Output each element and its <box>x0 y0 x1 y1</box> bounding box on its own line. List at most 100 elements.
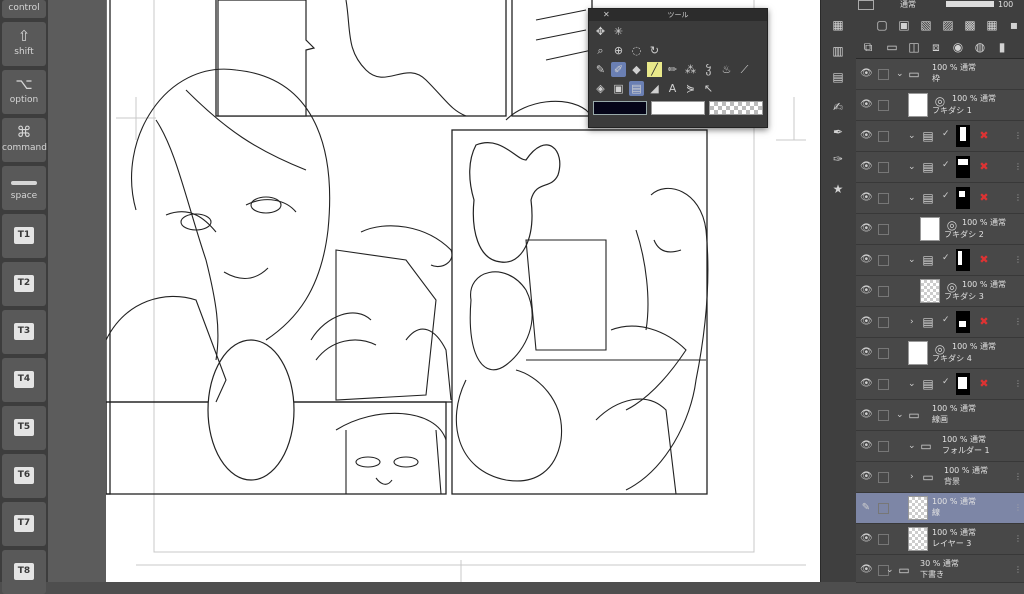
layer-menu-icon[interactable]: ⋮ <box>1014 379 1022 388</box>
fill-icon[interactable]: ◈ <box>593 81 608 96</box>
layer-menu-icon[interactable]: ⋮ <box>1014 503 1022 512</box>
layer-lock-icon[interactable]: ▢ <box>874 18 890 32</box>
ruler-link-icon[interactable]: ▪ <box>1006 18 1022 32</box>
eye-icon[interactable]: 👁 <box>860 316 873 328</box>
eye-icon[interactable]: 👁 <box>860 564 873 576</box>
t6-key[interactable]: T6 <box>2 454 46 498</box>
layer-menu-icon[interactable]: ⋮ <box>1014 193 1022 202</box>
layer-menu-icon[interactable]: ⋮ <box>1014 472 1022 481</box>
mask-disabled-icon[interactable]: ✖ <box>978 378 990 390</box>
transparent-color-swatch[interactable] <box>709 101 763 115</box>
clip-icon[interactable]: ▣ <box>896 18 912 32</box>
layer-row-背景[interactable]: 👁 › ▭ 100 % 通常 背景 ⋮ <box>856 462 1024 493</box>
drop-icon[interactable]: ♨ <box>719 62 734 77</box>
t4-key[interactable]: T4 <box>2 358 46 402</box>
rotate-icon[interactable]: ↻ <box>647 43 662 58</box>
layer-check[interactable] <box>878 317 889 328</box>
layer-row-frame-sub-2[interactable]: 👁 ⌄ ▤ ✓ ✖ ⋮ <box>856 152 1024 183</box>
layer-row-下書き[interactable]: 👁 ⌄ ▭ 30 % 通常 下書き ⋮ <box>856 555 1024 583</box>
layer-row-lineart-folder[interactable]: 👁 ⌄ ▭ 100 % 通常 線画 <box>856 400 1024 431</box>
opacity-slider[interactable] <box>946 1 994 7</box>
chevron-down-icon[interactable]: ⌄ <box>886 565 894 575</box>
sparkle-icon[interactable]: ✳ <box>611 24 626 39</box>
tool-palette-window[interactable]: ✕ ツール ✥ ✳ ⌕ ⊕ ◌ ↻ ✎ ✐ ◆ ╱ ✏ ⁂ ჴ ♨ ⟋ ◈ ▣ … <box>588 8 768 128</box>
layer-row-frame-folder[interactable]: 👁 ⌄ ▭ 100 % 通常 枠 <box>856 59 1024 90</box>
combine-icon[interactable]: ◉ <box>950 40 966 54</box>
figure-icon[interactable]: ◢ <box>647 81 662 96</box>
layer-row-balloon-4[interactable]: 👁 ◎ 100 % 通常 フキダシ 4 <box>856 338 1024 369</box>
option-key[interactable]: ⌥ option <box>2 70 46 114</box>
eyedropper-icon[interactable]: ⟋ <box>737 62 752 77</box>
mask-disabled-icon[interactable]: ✖ <box>978 192 990 204</box>
mask-disabled-icon[interactable]: ✖ <box>978 130 990 142</box>
reference-icon[interactable]: ▧ <box>918 18 934 32</box>
merge-icon[interactable]: ⧈ <box>928 40 944 54</box>
correct-line-icon[interactable]: ↖ <box>701 81 716 96</box>
layer-row-balloon-1[interactable]: 👁 ◎ 100 % 通常 フキダシ 1 <box>856 90 1024 121</box>
layer-menu-icon[interactable]: ⋮ <box>1014 162 1022 171</box>
eye-icon[interactable]: 👁 <box>860 378 873 390</box>
layer-check[interactable] <box>878 534 889 545</box>
layer-row-frame-sub-5[interactable]: 👁 › ▤ ✓ ✖ ⋮ <box>856 307 1024 338</box>
eye-icon[interactable]: 👁 <box>860 192 873 204</box>
layer-menu-icon[interactable]: ⋮ <box>1014 255 1022 264</box>
layer-check[interactable] <box>878 410 889 421</box>
chevron-down-icon[interactable]: ⌄ <box>908 193 916 203</box>
gradient-icon[interactable]: ▣ <box>611 81 626 96</box>
t1-key[interactable]: T1 <box>2 214 46 258</box>
move-icon[interactable]: ✥ <box>593 24 608 39</box>
layer-row-frame-sub-6[interactable]: 👁 ⌄ ▤ ✓ ✖ ⋮ <box>856 369 1024 400</box>
ruler-icon[interactable]: ╱ <box>647 62 662 77</box>
apply-mask-icon[interactable]: ◍ <box>972 40 988 54</box>
eye-icon[interactable]: 👁 <box>860 409 873 421</box>
hand-zoom-icon[interactable]: ⊕ <box>611 43 626 58</box>
mask-icon[interactable]: ▦ <box>984 18 1000 32</box>
eye-icon[interactable]: 👁 <box>860 99 873 111</box>
new-layer-icon[interactable]: ⧉ <box>860 40 876 54</box>
layer-row-レイヤー 3[interactable]: 👁 100 % 通常 レイヤー 3 ⋮ <box>856 524 1024 555</box>
ink-layer-icon[interactable]: ✒ <box>830 125 846 139</box>
new-vector-layer-icon[interactable]: ▥ <box>830 44 846 58</box>
eye-icon[interactable]: 👁 <box>860 285 873 297</box>
layer-check[interactable] <box>878 224 889 235</box>
layer-check[interactable] <box>878 255 889 266</box>
eye-icon[interactable]: 👁 <box>860 471 873 483</box>
brush-icon[interactable]: ✏ <box>665 62 680 77</box>
layer-row-folder-1b[interactable]: 👁 ⌄ ▭ 100 % 通常 フォルダー 1 <box>856 431 1024 462</box>
blend-mode-select[interactable]: 通常 <box>900 0 916 10</box>
layer-row-frame-sub-4[interactable]: 👁 ⌄ ▤ ✓ ✖ ⋮ <box>856 245 1024 276</box>
layer-check[interactable] <box>878 379 889 390</box>
chevron-down-icon[interactable]: ⌄ <box>908 379 916 389</box>
pen-edit-icon[interactable]: ✎ <box>860 502 872 514</box>
chevron-down-icon[interactable]: ⌄ <box>896 69 904 79</box>
chevron-right-icon[interactable]: › <box>910 317 914 327</box>
layer-menu-icon[interactable]: ⋮ <box>1014 534 1022 543</box>
new-folder-icon[interactable]: ▭ <box>884 40 900 54</box>
new-raster-layer-icon[interactable]: ▦ <box>830 18 846 32</box>
sub-color-swatch[interactable] <box>651 101 705 115</box>
t7-key[interactable]: T7 <box>2 502 46 546</box>
delete-layer-icon[interactable]: ▮ <box>994 40 1010 54</box>
layer-check[interactable] <box>878 441 889 452</box>
shift-key[interactable]: ⇧ shift <box>2 22 46 66</box>
close-icon[interactable]: ✕ <box>603 9 610 21</box>
balloon-icon[interactable]: ⋟ <box>683 81 698 96</box>
eye-icon[interactable]: 👁 <box>860 223 873 235</box>
spray-icon[interactable]: ⁂ <box>683 62 698 77</box>
t5-key[interactable]: T5 <box>2 406 46 450</box>
eye-icon[interactable]: 👁 <box>860 347 873 359</box>
layer-menu-icon[interactable]: ⋮ <box>1014 317 1022 326</box>
layer-color-icon[interactable] <box>858 0 874 10</box>
layer-check[interactable] <box>878 348 889 359</box>
lasso-icon[interactable]: ◌ <box>629 43 644 58</box>
chevron-down-icon[interactable]: ⌄ <box>908 255 916 265</box>
mask-disabled-icon[interactable]: ✖ <box>978 254 990 266</box>
eye-icon[interactable]: 👁 <box>860 533 873 545</box>
frame-icon[interactable]: ▤ <box>629 81 644 96</box>
layer-row-frame-sub-3[interactable]: 👁 ⌄ ▤ ✓ ✖ ⋮ <box>856 183 1024 214</box>
command-key[interactable]: ⌘ command <box>2 118 47 162</box>
canvas-area[interactable]: ✕ ツール ✥ ✳ ⌕ ⊕ ◌ ↻ ✎ ✐ ◆ ╱ ✏ ⁂ ჴ ♨ ⟋ ◈ ▣ … <box>48 0 820 582</box>
space-key[interactable]: space <box>2 166 46 210</box>
layer-row-balloon-3[interactable]: 👁 ◎ 100 % 通常 フキダシ 3 <box>856 276 1024 307</box>
mask-disabled-icon[interactable]: ✖ <box>978 316 990 328</box>
